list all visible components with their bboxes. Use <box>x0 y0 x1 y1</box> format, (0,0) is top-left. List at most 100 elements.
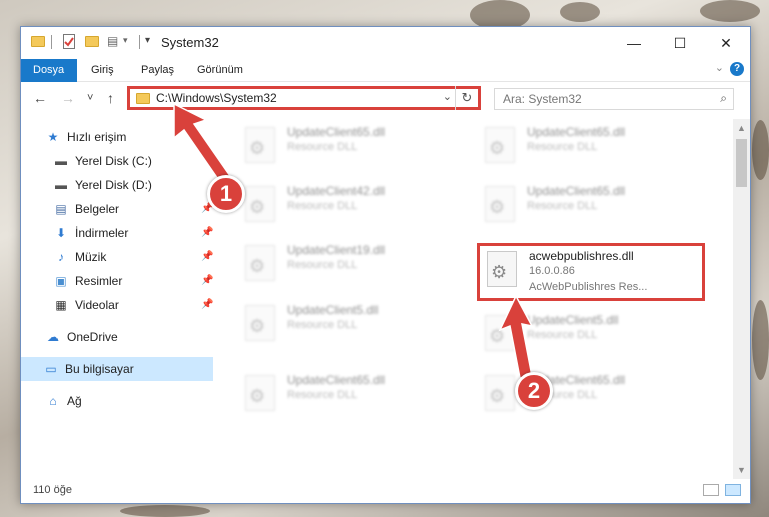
file-name: UpdateClient65.dll <box>287 373 386 387</box>
expand-icon[interactable]: ▾ <box>145 35 150 49</box>
close-button[interactable]: ✕ <box>703 27 749 59</box>
list-item[interactable]: ⚙ UpdateClient5.dll Resource DLL <box>475 309 695 359</box>
list-item[interactable]: ⚙ UpdateClient65.dll Resource DLL <box>235 369 455 419</box>
recent-locations-button[interactable]: ˅ <box>87 92 93 104</box>
new-folder-icon[interactable] <box>85 36 99 47</box>
list-item[interactable]: ⚙ UpdateClient42.dll Resource DLL <box>235 180 455 230</box>
customize-quick-access-icon[interactable]: ▤ <box>107 34 121 48</box>
search-icon[interactable]: ⌕ <box>720 91 727 106</box>
sidebar-item-onedrive[interactable]: ☁ OneDrive <box>45 325 205 349</box>
separator <box>139 35 140 49</box>
pin-icon[interactable]: 📌 <box>201 275 213 286</box>
sidebar-item-local-disk-c[interactable]: ▬ Yerel Disk (C:) <box>53 149 203 173</box>
pin-icon[interactable]: 📌 <box>201 299 213 310</box>
sidebar-item-label: Bu bilgisayar <box>65 362 134 376</box>
dll-file-icon: ⚙ <box>485 186 515 222</box>
gear-icon: ⚙ <box>489 138 506 158</box>
window-title: System32 <box>161 35 219 50</box>
list-item[interactable]: ⚙ UpdateClient5.dll Resource DLL <box>235 299 455 349</box>
sidebar-item-this-pc[interactable]: ▭ Bu bilgisayar <box>21 357 213 381</box>
sidebar-item-label: OneDrive <box>67 330 118 344</box>
dll-file-icon: ⚙ <box>245 245 275 281</box>
list-item[interactable]: ⚙ UpdateClient65.dll Resource DLL <box>475 369 695 419</box>
wallpaper-spot <box>560 2 600 22</box>
large-icons-view-icon[interactable] <box>725 484 741 496</box>
chevron-down-icon[interactable]: ⌄ <box>443 90 452 103</box>
sidebar-item-label: Videolar <box>75 298 119 312</box>
dll-file-icon: ⚙ <box>487 251 517 287</box>
sidebar-item-downloads[interactable]: ⬇ İndirmeler <box>53 221 203 245</box>
list-item[interactable]: ⚙ UpdateClient65.dll Resource DLL <box>475 121 695 171</box>
title-bar: ▤ ▾ ▾ System32 — ☐ ✕ <box>21 27 750 59</box>
forward-button[interactable]: → <box>61 90 75 106</box>
file-type: Resource DLL <box>527 200 598 212</box>
sidebar-item-local-disk-d[interactable]: ▬ Yerel Disk (D:) <box>53 173 203 197</box>
file-name: UpdateClient65.dll <box>527 184 626 198</box>
scroll-up-icon[interactable]: ▲ <box>737 123 746 133</box>
step-2-badge: 2 <box>515 372 553 410</box>
pin-icon[interactable]: 📌 <box>201 227 213 238</box>
sidebar-item-label: Yerel Disk (D:) <box>75 178 152 192</box>
address-bar[interactable]: C:\Windows\System32 ⌄ ↻ <box>127 86 481 110</box>
search-input[interactable]: Ara: System32 <box>503 92 582 106</box>
chevron-down-icon[interactable]: ▾ <box>123 35 128 49</box>
address-path[interactable]: C:\Windows\System32 <box>156 91 277 105</box>
dll-file-icon: ⚙ <box>245 375 275 411</box>
cloud-icon: ☁ <box>47 330 59 344</box>
pin-icon[interactable]: 📌 <box>201 251 213 262</box>
download-icon: ⬇ <box>55 226 67 240</box>
tab-paylas[interactable]: Paylaş <box>129 59 186 81</box>
sidebar-item-network[interactable]: ⌂ Ağ <box>45 389 205 413</box>
dll-file-icon: ⚙ <box>245 305 275 341</box>
file-name: UpdateClient65.dll <box>287 125 386 139</box>
sidebar-item-quick-access[interactable]: ★ Hızlı erişim <box>45 125 205 149</box>
file-type: Resource DLL <box>527 329 598 341</box>
gear-icon: ⚙ <box>489 197 506 217</box>
file-type: Resource DLL <box>527 141 598 153</box>
sidebar-item-label: İndirmeler <box>75 226 129 240</box>
star-icon: ★ <box>47 130 59 144</box>
sidebar-item-videos[interactable]: ▦ Videolar <box>53 293 203 317</box>
wallpaper-spot <box>120 505 210 517</box>
back-button[interactable]: ← <box>33 90 47 106</box>
folder-icon <box>31 36 45 47</box>
tab-giris[interactable]: Giriş <box>79 59 126 81</box>
minimize-button[interactable]: — <box>611 27 657 59</box>
file-type: Resource DLL <box>287 319 358 331</box>
expand-ribbon-icon[interactable]: ⌄ <box>715 61 724 74</box>
search-box[interactable]: Ara: System32 ⌕ <box>494 88 734 110</box>
list-item[interactable]: ⚙ UpdateClient19.dll Resource DLL <box>235 239 455 289</box>
gear-icon: ⚙ <box>489 386 506 406</box>
dll-file-icon: ⚙ <box>245 186 275 222</box>
wallpaper-spot <box>752 120 769 180</box>
up-button[interactable]: ↑ <box>107 90 114 106</box>
details-view-icon[interactable] <box>703 484 719 496</box>
gear-icon: ⚙ <box>491 262 508 282</box>
tab-gorunum[interactable]: Görünüm <box>185 59 255 81</box>
list-item[interactable]: ⚙ UpdateClient65.dll Resource DLL <box>475 180 695 230</box>
scroll-down-icon[interactable]: ▼ <box>737 465 746 475</box>
sidebar-item-label: Resimler <box>75 274 123 288</box>
sidebar-item-label: Belgeler <box>75 202 120 216</box>
step-1-badge: 1 <box>207 175 245 213</box>
status-bar: 110 öğe <box>21 479 750 503</box>
pictures-icon: ▣ <box>55 274 67 288</box>
documents-icon: ▤ <box>55 202 67 216</box>
refresh-button[interactable]: ↻ <box>455 86 478 110</box>
file-type: Resource DLL <box>287 141 358 153</box>
vertical-scrollbar[interactable]: ▲ ▼ <box>733 119 750 479</box>
drive-icon: ▬ <box>55 154 67 168</box>
sidebar-item-documents[interactable]: ▤ Belgeler <box>53 197 203 221</box>
list-item[interactable]: ⚙ UpdateClient65.dll Resource DLL <box>235 121 455 171</box>
dll-file-icon: ⚙ <box>485 375 515 411</box>
properties-icon[interactable] <box>63 34 75 49</box>
maximize-button[interactable]: ☐ <box>657 27 703 59</box>
help-button[interactable]: ? <box>730 62 744 76</box>
folder-icon <box>136 93 150 104</box>
scrollbar-thumb[interactable] <box>736 139 747 187</box>
target-dll-file[interactable]: ⚙ acwebpublishres.dll 16.0.0.86 AcWebPub… <box>477 245 697 295</box>
ribbon-tabs: Dosya Giriş Paylaş Görünüm ⌄ ? <box>21 59 750 109</box>
sidebar-item-label: Ağ <box>67 394 82 408</box>
sidebar-item-music[interactable]: ♪ Müzik <box>53 245 203 269</box>
sidebar-item-pictures[interactable]: ▣ Resimler <box>53 269 203 293</box>
